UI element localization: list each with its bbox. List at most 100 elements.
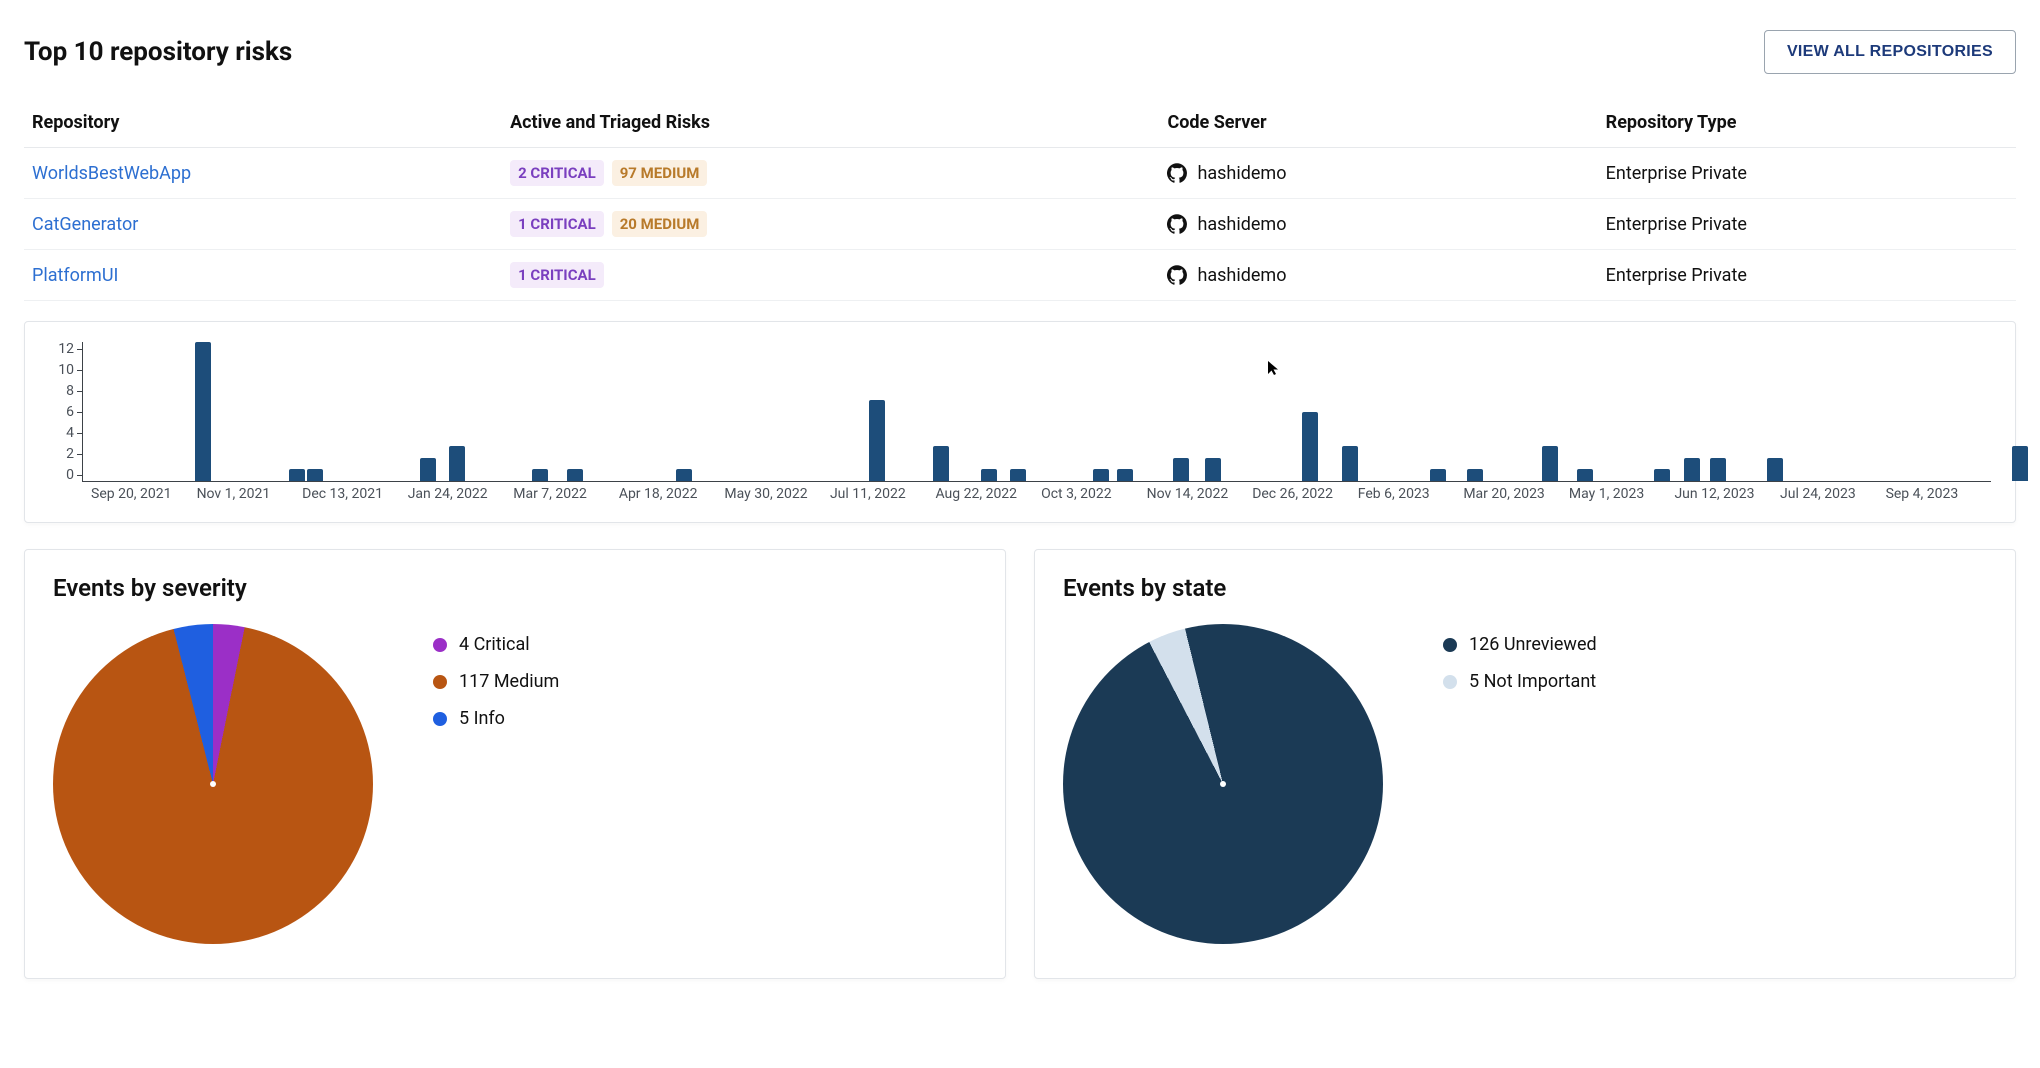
view-all-repositories-button[interactable]: VIEW ALL REPOSITORIES [1764, 30, 2016, 74]
table-row: WorldsBestWebApp 2 CRITICAL 97 MEDIUM hashi… [24, 148, 2016, 199]
x-tick: Mar 7, 2022 [513, 486, 619, 502]
x-tick: Jun 12, 2023 [1674, 486, 1780, 502]
legend-item: 117 Medium [433, 671, 559, 692]
timeline-bar[interactable] [1710, 458, 1726, 481]
y-tick: 2 [66, 447, 74, 461]
timeline-bar[interactable] [449, 446, 465, 481]
severity-legend: 4 Critical 117 Medium 5 Info [433, 624, 559, 729]
repo-link[interactable]: PlatformUI [32, 265, 118, 286]
events-by-state-card: Events by state 126 Unreviewed 5 Not Impo… [1034, 549, 2016, 979]
table-row: CatGenerator 1 CRITICAL 20 MEDIUM hashidemo… [24, 199, 2016, 250]
medium-badge: 20 MEDIUM [612, 211, 708, 237]
y-tick: 12 [58, 342, 74, 356]
x-tick: Dec 26, 2022 [1252, 486, 1358, 502]
x-tick: Mar 20, 2023 [1463, 486, 1569, 502]
timeline-bar[interactable] [532, 469, 548, 481]
legend-swatch [1443, 675, 1457, 689]
risks-table: Repository Active and Triaged Risks Code… [24, 102, 2016, 301]
github-icon [1167, 265, 1187, 285]
legend-label: 126 Unreviewed [1469, 634, 1597, 655]
github-icon [1167, 214, 1187, 234]
state-pie-chart[interactable] [1063, 624, 1383, 944]
table-row: PlatformUI 1 CRITICAL hashidemo Enterprise … [24, 250, 2016, 301]
x-tick: Oct 3, 2022 [1041, 486, 1147, 502]
code-server-name: hashidemo [1197, 214, 1286, 235]
timeline-bar[interactable] [1654, 469, 1670, 481]
repo-type: Enterprise Private [1598, 148, 2016, 199]
timeline-bar[interactable] [420, 458, 436, 481]
timeline-bar[interactable] [1342, 446, 1358, 481]
legend-label: 117 Medium [459, 671, 559, 692]
timeline-bar[interactable] [1767, 458, 1783, 481]
x-tick: Aug 22, 2022 [936, 486, 1042, 502]
legend-label: 4 Critical [459, 634, 530, 655]
x-tick: Sep 4, 2023 [1886, 486, 1992, 502]
timeline-bar[interactable] [869, 400, 885, 481]
timeline-bar[interactable] [1010, 469, 1026, 481]
severity-pie-chart[interactable] [53, 624, 373, 944]
legend-item: 126 Unreviewed [1443, 634, 1597, 655]
page-title: Top 10 repository risks [24, 37, 292, 67]
x-tick: Jul 11, 2022 [830, 486, 936, 502]
timeline-bar[interactable] [307, 469, 323, 481]
x-tick: Sep 20, 2021 [91, 486, 197, 502]
timeline-bar[interactable] [567, 469, 583, 481]
timeline-bar[interactable] [1467, 469, 1483, 481]
legend-swatch [1443, 638, 1457, 652]
y-tick: 10 [58, 363, 74, 377]
timeline-bar[interactable] [1542, 446, 1558, 481]
x-tick: Nov 14, 2022 [1147, 486, 1253, 502]
x-tick: Apr 18, 2022 [619, 486, 725, 502]
timeline-bar[interactable] [981, 469, 997, 481]
timeline-bar[interactable] [1430, 469, 1446, 481]
timeline-bar[interactable] [676, 469, 692, 481]
legend-label: 5 Not Important [1469, 671, 1596, 692]
legend-swatch [433, 712, 447, 726]
repo-type: Enterprise Private [1598, 199, 2016, 250]
timeline-bar[interactable] [1577, 469, 1593, 481]
y-tick: 8 [66, 384, 74, 398]
timeline-chart: 121086420 Sep 20, 2021Nov 1, 2021Dec 13,… [24, 321, 2016, 523]
legend-item: 5 Not Important [1443, 671, 1597, 692]
timeline-x-axis: Sep 20, 2021Nov 1, 2021Dec 13, 2021Jan 2… [91, 486, 1991, 502]
repo-link[interactable]: WorldsBestWebApp [32, 163, 191, 184]
timeline-bar[interactable] [1173, 458, 1189, 481]
timeline-y-axis: 121086420 [49, 342, 83, 482]
timeline-bar[interactable] [1684, 458, 1700, 481]
code-server-name: hashidemo [1197, 163, 1286, 184]
x-tick: Nov 1, 2021 [197, 486, 303, 502]
critical-badge: 1 CRITICAL [510, 211, 604, 237]
critical-badge: 2 CRITICAL [510, 160, 604, 186]
y-tick: 4 [66, 426, 74, 440]
code-server-name: hashidemo [1197, 265, 1286, 286]
repo-type: Enterprise Private [1598, 250, 2016, 301]
timeline-bar[interactable] [1093, 469, 1109, 481]
state-title: Events by state [1063, 574, 1987, 602]
legend-item: 5 Info [433, 708, 559, 729]
repo-link[interactable]: CatGenerator [32, 214, 138, 235]
legend-swatch [433, 638, 447, 652]
y-tick: 6 [66, 405, 74, 419]
col-code-server: Code Server [1159, 102, 1597, 148]
state-legend: 126 Unreviewed 5 Not Important [1443, 624, 1597, 692]
timeline-bar[interactable] [933, 446, 949, 481]
legend-item: 4 Critical [433, 634, 559, 655]
timeline-bar[interactable] [1117, 469, 1133, 481]
timeline-bar[interactable] [2012, 446, 2028, 481]
critical-badge: 1 CRITICAL [510, 262, 604, 288]
x-tick: Feb 6, 2023 [1358, 486, 1464, 502]
medium-badge: 97 MEDIUM [612, 160, 708, 186]
timeline-bar[interactable] [1205, 458, 1221, 481]
x-tick: May 30, 2022 [724, 486, 830, 502]
timeline-bar[interactable] [195, 342, 211, 481]
events-by-severity-card: Events by severity 4 Critical117 Medium5… [24, 549, 1006, 979]
x-tick: May 1, 2023 [1569, 486, 1675, 502]
col-repository: Repository [24, 102, 502, 148]
timeline-bar[interactable] [289, 469, 305, 481]
legend-label: 5 Info [459, 708, 505, 729]
timeline-bar[interactable] [1302, 412, 1318, 482]
col-repo-type: Repository Type [1598, 102, 2016, 148]
timeline-plot-area[interactable] [83, 342, 1991, 482]
github-icon [1167, 163, 1187, 183]
col-active-risks: Active and Triaged Risks [502, 102, 1159, 148]
